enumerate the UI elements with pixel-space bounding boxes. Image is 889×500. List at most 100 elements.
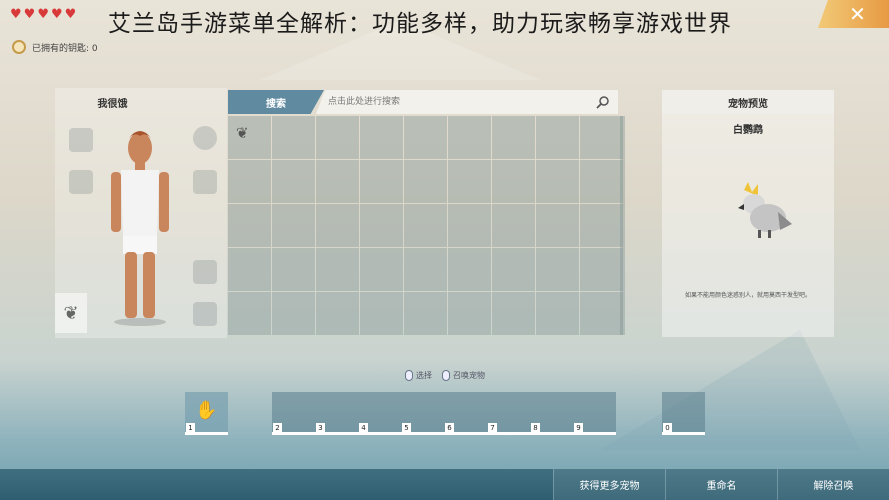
inventory-cell[interactable] — [580, 248, 623, 291]
inventory-cell[interactable] — [404, 248, 447, 291]
heart-icon: ♥ — [10, 7, 22, 22]
inventory-cell[interactable] — [272, 160, 315, 203]
hint-select: 选择 — [405, 370, 432, 381]
close-button[interactable]: ✕ — [818, 0, 889, 28]
mouse-left-icon — [405, 370, 413, 381]
health-hearts: ♥ ♥ ♥ ♥ ♥ — [10, 8, 76, 21]
inventory-cell[interactable] — [228, 204, 271, 247]
inventory-cell[interactable] — [316, 248, 359, 291]
pet-slot[interactable]: ❦ — [55, 293, 87, 333]
hotbar-slot[interactable]: 4 — [358, 392, 401, 435]
inventory-cell[interactable] — [316, 116, 359, 159]
inventory-cell[interactable] — [228, 248, 271, 291]
inventory-cell[interactable] — [536, 116, 579, 159]
inventory-cell[interactable] — [580, 204, 623, 247]
inventory-cell[interactable] — [228, 292, 271, 335]
keys-label: 已拥有的钥匙: 0 — [32, 43, 98, 54]
slot-number: 3 — [316, 423, 325, 432]
inventory-cell[interactable] — [360, 204, 403, 247]
pet-preview-panel: 宠物预览 白鹦鹉 如果不能用颜色迷惑别人，就用莫西干发型吧。 — [662, 90, 834, 337]
inventory-cell[interactable] — [316, 160, 359, 203]
slot-number: 4 — [359, 423, 368, 432]
inventory-cell[interactable] — [580, 160, 623, 203]
inventory-cell[interactable] — [492, 292, 535, 335]
hotbar-slot[interactable]: 5 — [401, 392, 444, 435]
control-hints: 选择 召唤宠物 — [405, 370, 485, 381]
hotbar-slot[interactable]: ✋ 1 — [185, 392, 228, 435]
hotbar-slot[interactable]: 9 — [573, 392, 616, 435]
hotbar-slot[interactable]: 6 — [444, 392, 487, 435]
heart-icon: ♥ — [50, 7, 63, 22]
search-tab[interactable]: 搜索 — [228, 90, 324, 114]
slot-number: 5 — [402, 423, 411, 432]
dismiss-pet-button[interactable]: 解除召唤 — [777, 469, 889, 500]
inventory-cell[interactable] — [580, 116, 623, 159]
inventory-cell[interactable] — [272, 204, 315, 247]
inventory-cell[interactable] — [360, 292, 403, 335]
equip-slot-body[interactable] — [193, 170, 217, 194]
inventory-cell[interactable] — [448, 292, 491, 335]
inventory-cell[interactable] — [404, 292, 447, 335]
inventory-cell[interactable] — [360, 248, 403, 291]
hotbar-slot-extra[interactable]: 0 — [662, 392, 705, 435]
inventory-cell[interactable] — [272, 292, 315, 335]
inventory-cell[interactable] — [448, 204, 491, 247]
inventory-cell[interactable] — [272, 116, 315, 159]
inventory-cell[interactable] — [536, 160, 579, 203]
inventory-cell[interactable] — [272, 248, 315, 291]
get-more-pets-button[interactable]: 获得更多宠物 — [553, 469, 665, 500]
inventory-cell[interactable] — [536, 292, 579, 335]
inventory-cell[interactable] — [448, 116, 491, 159]
search-input[interactable] — [328, 94, 588, 110]
grid-scrollbar[interactable] — [620, 116, 625, 335]
inventory-cell[interactable] — [404, 116, 447, 159]
inventory-cell[interactable] — [492, 160, 535, 203]
inventory-cell[interactable] — [316, 292, 359, 335]
search-icon[interactable] — [596, 95, 610, 109]
equip-slot-cloak[interactable] — [69, 128, 93, 152]
equip-slot-head[interactable] — [193, 126, 217, 150]
inventory-cell[interactable] — [580, 292, 623, 335]
inventory-cell[interactable] — [536, 248, 579, 291]
inventory-grid: ❦ — [228, 116, 623, 335]
slot-number: 9 — [574, 423, 583, 432]
character-panel: 我很饿 ❦ — [55, 88, 227, 338]
equip-slot-feet[interactable] — [193, 302, 217, 326]
inventory-cell[interactable] — [492, 204, 535, 247]
search-bar — [316, 90, 618, 114]
parrot-icon: ❦ — [63, 302, 79, 324]
page-title: 艾兰岛手游菜单全解析：功能多样，助力玩家畅享游戏世界 — [108, 11, 732, 37]
key-icon — [12, 40, 26, 54]
hotbar-slot[interactable]: 8 — [530, 392, 573, 435]
slot-number: 6 — [445, 423, 454, 432]
hotbar-slot[interactable]: 7 — [487, 392, 530, 435]
heart-icon: ♥ — [64, 7, 77, 22]
inventory-cell[interactable] — [492, 248, 535, 291]
inventory-cell[interactable] — [360, 160, 403, 203]
inventory-cell[interactable] — [448, 160, 491, 203]
hotbar-slot[interactable]: 2 — [272, 392, 315, 435]
inventory-cell[interactable] — [360, 116, 403, 159]
keys-counter: 已拥有的钥匙: 0 — [12, 40, 98, 54]
rename-button[interactable]: 重命名 — [665, 469, 777, 500]
slot-number: 7 — [488, 423, 497, 432]
equip-slot-legs[interactable] — [193, 260, 217, 284]
slot-number: 8 — [531, 423, 540, 432]
slot-number: 1 — [186, 423, 195, 432]
slot-number: 2 — [273, 423, 282, 432]
inventory-cell[interactable] — [492, 116, 535, 159]
pet-description: 如果不能用颜色迷惑别人，就用莫西干发型吧。 — [684, 292, 811, 299]
hand-icon: ✋ — [195, 400, 218, 421]
inventory-cell[interactable] — [316, 204, 359, 247]
inventory-cell[interactable] — [404, 204, 447, 247]
inventory-cell[interactable] — [536, 204, 579, 247]
hint-select-label: 选择 — [416, 371, 432, 380]
inventory-cell[interactable] — [448, 248, 491, 291]
inventory-cell[interactable] — [404, 160, 447, 203]
heart-icon: ♥ — [37, 7, 49, 22]
hotbar-slot[interactable]: 3 — [315, 392, 358, 435]
inventory-cell[interactable] — [228, 160, 271, 203]
inventory-cell[interactable]: ❦ — [228, 116, 271, 159]
close-icon: ✕ — [849, 2, 866, 26]
equip-slot-backpack[interactable] — [69, 170, 93, 194]
